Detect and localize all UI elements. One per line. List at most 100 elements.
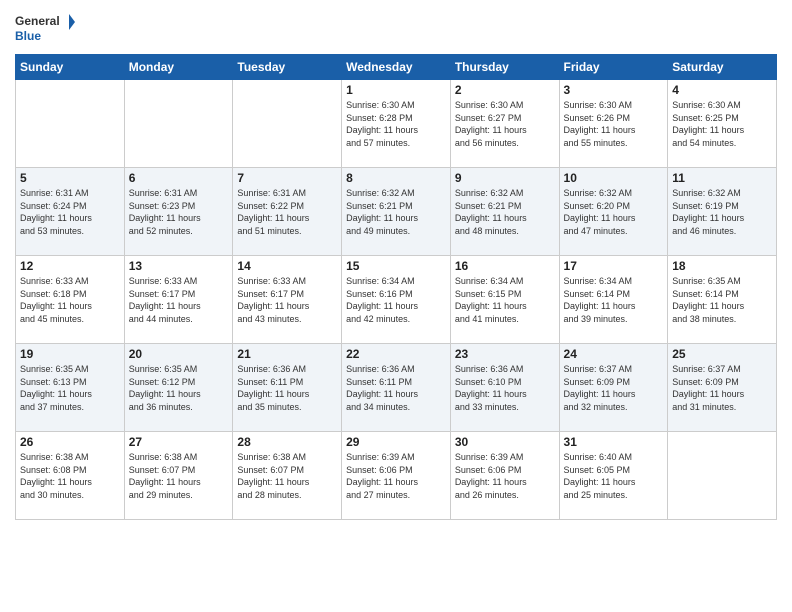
calendar-cell: 19Sunrise: 6:35 AM Sunset: 6:13 PM Dayli… [16,344,125,432]
day-info: Sunrise: 6:35 AM Sunset: 6:12 PM Dayligh… [129,363,229,413]
day-number: 22 [346,347,446,361]
day-info: Sunrise: 6:32 AM Sunset: 6:21 PM Dayligh… [346,187,446,237]
calendar-cell: 2 Sunrise: 6:30 AM Sunset: 6:27 PM Daylig… [450,80,559,168]
day-info: Sunrise: 6:35 AM Sunset: 6:14 PM Dayligh… [672,275,772,325]
day-number: 15 [346,259,446,273]
calendar-cell: 7 Sunrise: 6:31 AM Sunset: 6:22 PM Daylig… [233,168,342,256]
calendar-cell: 30 Sunrise: 6:39 AM Sunset: 6:06 PM Dayli… [450,432,559,520]
day-info: Sunrise: 6:32 AM Sunset: 6:19 PM Dayligh… [672,187,772,237]
calendar-cell [233,80,342,168]
calendar-cell [16,80,125,168]
calendar-cell: 14 Sunrise: 6:33 AM Sunset: 6:17 PM Dayli… [233,256,342,344]
day-number: 27 [129,435,229,449]
header-row: Sunday Monday Tuesday Wednesday Thursday… [16,55,777,80]
col-tuesday: Tuesday [233,55,342,80]
calendar-cell: 1 Sunrise: 6:30 AM Sunset: 6:28 PM Daylig… [342,80,451,168]
calendar-cell: 18 Sunrise: 6:35 AM Sunset: 6:14 PM Dayli… [668,256,777,344]
calendar-cell: 13Sunrise: 6:33 AM Sunset: 6:17 PM Dayli… [124,256,233,344]
calendar-cell: 26Sunrise: 6:38 AM Sunset: 6:08 PM Dayli… [16,432,125,520]
day-number: 7 [237,171,337,185]
logo: General Blue [15,10,75,46]
day-info: Sunrise: 6:32 AM Sunset: 6:21 PM Dayligh… [455,187,555,237]
day-info: Sunrise: 6:34 AM Sunset: 6:16 PM Dayligh… [346,275,446,325]
day-number: 18 [672,259,772,273]
calendar-cell: 28Sunrise: 6:38 AM Sunset: 6:07 PM Dayli… [233,432,342,520]
calendar-cell: 24 Sunrise: 6:37 AM Sunset: 6:09 PM Dayli… [559,344,668,432]
day-info: Sunrise: 6:33 AM Sunset: 6:17 PM Dayligh… [129,275,229,325]
col-saturday: Saturday [668,55,777,80]
day-info: Sunrise: 6:36 AM Sunset: 6:11 PM Dayligh… [346,363,446,413]
calendar-cell: 21 Sunrise: 6:36 AM Sunset: 6:11 PM Dayli… [233,344,342,432]
day-info: Sunrise: 6:31 AM Sunset: 6:23 PM Dayligh… [129,187,229,237]
day-number: 6 [129,171,229,185]
calendar-cell: 8 Sunrise: 6:32 AM Sunset: 6:21 PM Daylig… [342,168,451,256]
day-number: 26 [20,435,120,449]
header: General Blue [15,10,777,46]
calendar-cell: 15 Sunrise: 6:34 AM Sunset: 6:16 PM Dayli… [342,256,451,344]
col-friday: Friday [559,55,668,80]
calendar-cell: 29 Sunrise: 6:39 AM Sunset: 6:06 PM Dayli… [342,432,451,520]
day-number: 25 [672,347,772,361]
calendar-cell [124,80,233,168]
day-number: 21 [237,347,337,361]
day-info: Sunrise: 6:34 AM Sunset: 6:15 PM Dayligh… [455,275,555,325]
day-number: 5 [20,171,120,185]
calendar-cell: 23 Sunrise: 6:36 AM Sunset: 6:10 PM Dayli… [450,344,559,432]
calendar-cell: 27 Sunrise: 6:38 AM Sunset: 6:07 PM Dayli… [124,432,233,520]
calendar-cell: 16 Sunrise: 6:34 AM Sunset: 6:15 PM Dayli… [450,256,559,344]
calendar-cell: 10Sunrise: 6:32 AM Sunset: 6:20 PM Dayli… [559,168,668,256]
calendar-cell: 4 Sunrise: 6:30 AM Sunset: 6:25 PM Daylig… [668,80,777,168]
day-info: Sunrise: 6:36 AM Sunset: 6:10 PM Dayligh… [455,363,555,413]
day-info: Sunrise: 6:36 AM Sunset: 6:11 PM Dayligh… [237,363,337,413]
day-number: 29 [346,435,446,449]
day-number: 4 [672,83,772,97]
calendar-cell: 9 Sunrise: 6:32 AM Sunset: 6:21 PM Daylig… [450,168,559,256]
day-number: 9 [455,171,555,185]
day-number: 19 [20,347,120,361]
day-number: 30 [455,435,555,449]
day-number: 3 [564,83,664,97]
day-number: 1 [346,83,446,97]
page: General Blue Sunday Monday Tuesday Wedne… [0,0,792,612]
day-number: 14 [237,259,337,273]
col-wednesday: Wednesday [342,55,451,80]
day-info: Sunrise: 6:38 AM Sunset: 6:07 PM Dayligh… [129,451,229,501]
day-info: Sunrise: 6:30 AM Sunset: 6:27 PM Dayligh… [455,99,555,149]
day-number: 24 [564,347,664,361]
day-number: 17 [564,259,664,273]
day-info: Sunrise: 6:37 AM Sunset: 6:09 PM Dayligh… [564,363,664,413]
week-row-1: 5 Sunrise: 6:31 AM Sunset: 6:24 PM Daylig… [16,168,777,256]
day-number: 28 [237,435,337,449]
week-row-0: 1 Sunrise: 6:30 AM Sunset: 6:28 PM Daylig… [16,80,777,168]
day-info: Sunrise: 6:39 AM Sunset: 6:06 PM Dayligh… [346,451,446,501]
day-number: 11 [672,171,772,185]
day-number: 23 [455,347,555,361]
calendar-cell: 11 Sunrise: 6:32 AM Sunset: 6:19 PM Dayli… [668,168,777,256]
col-sunday: Sunday [16,55,125,80]
day-info: Sunrise: 6:33 AM Sunset: 6:18 PM Dayligh… [20,275,120,325]
day-info: Sunrise: 6:31 AM Sunset: 6:22 PM Dayligh… [237,187,337,237]
day-info: Sunrise: 6:31 AM Sunset: 6:24 PM Dayligh… [20,187,120,237]
day-number: 8 [346,171,446,185]
week-row-2: 12 Sunrise: 6:33 AM Sunset: 6:18 PM Dayli… [16,256,777,344]
calendar-cell: 20 Sunrise: 6:35 AM Sunset: 6:12 PM Dayli… [124,344,233,432]
day-number: 31 [564,435,664,449]
calendar-cell: 3Sunrise: 6:30 AM Sunset: 6:26 PM Daylig… [559,80,668,168]
svg-text:General: General [15,14,60,28]
day-info: Sunrise: 6:30 AM Sunset: 6:25 PM Dayligh… [672,99,772,149]
day-info: Sunrise: 6:34 AM Sunset: 6:14 PM Dayligh… [564,275,664,325]
day-info: Sunrise: 6:30 AM Sunset: 6:28 PM Dayligh… [346,99,446,149]
day-number: 16 [455,259,555,273]
calendar-cell: 5 Sunrise: 6:31 AM Sunset: 6:24 PM Daylig… [16,168,125,256]
day-number: 10 [564,171,664,185]
day-number: 20 [129,347,229,361]
day-info: Sunrise: 6:39 AM Sunset: 6:06 PM Dayligh… [455,451,555,501]
day-info: Sunrise: 6:40 AM Sunset: 6:05 PM Dayligh… [564,451,664,501]
day-number: 12 [20,259,120,273]
day-number: 2 [455,83,555,97]
calendar-cell: 31 Sunrise: 6:40 AM Sunset: 6:05 PM Dayli… [559,432,668,520]
day-info: Sunrise: 6:33 AM Sunset: 6:17 PM Dayligh… [237,275,337,325]
logo-svg: General Blue [15,10,75,46]
week-row-4: 26Sunrise: 6:38 AM Sunset: 6:08 PM Dayli… [16,432,777,520]
calendar-cell: 17 Sunrise: 6:34 AM Sunset: 6:14 PM Dayli… [559,256,668,344]
